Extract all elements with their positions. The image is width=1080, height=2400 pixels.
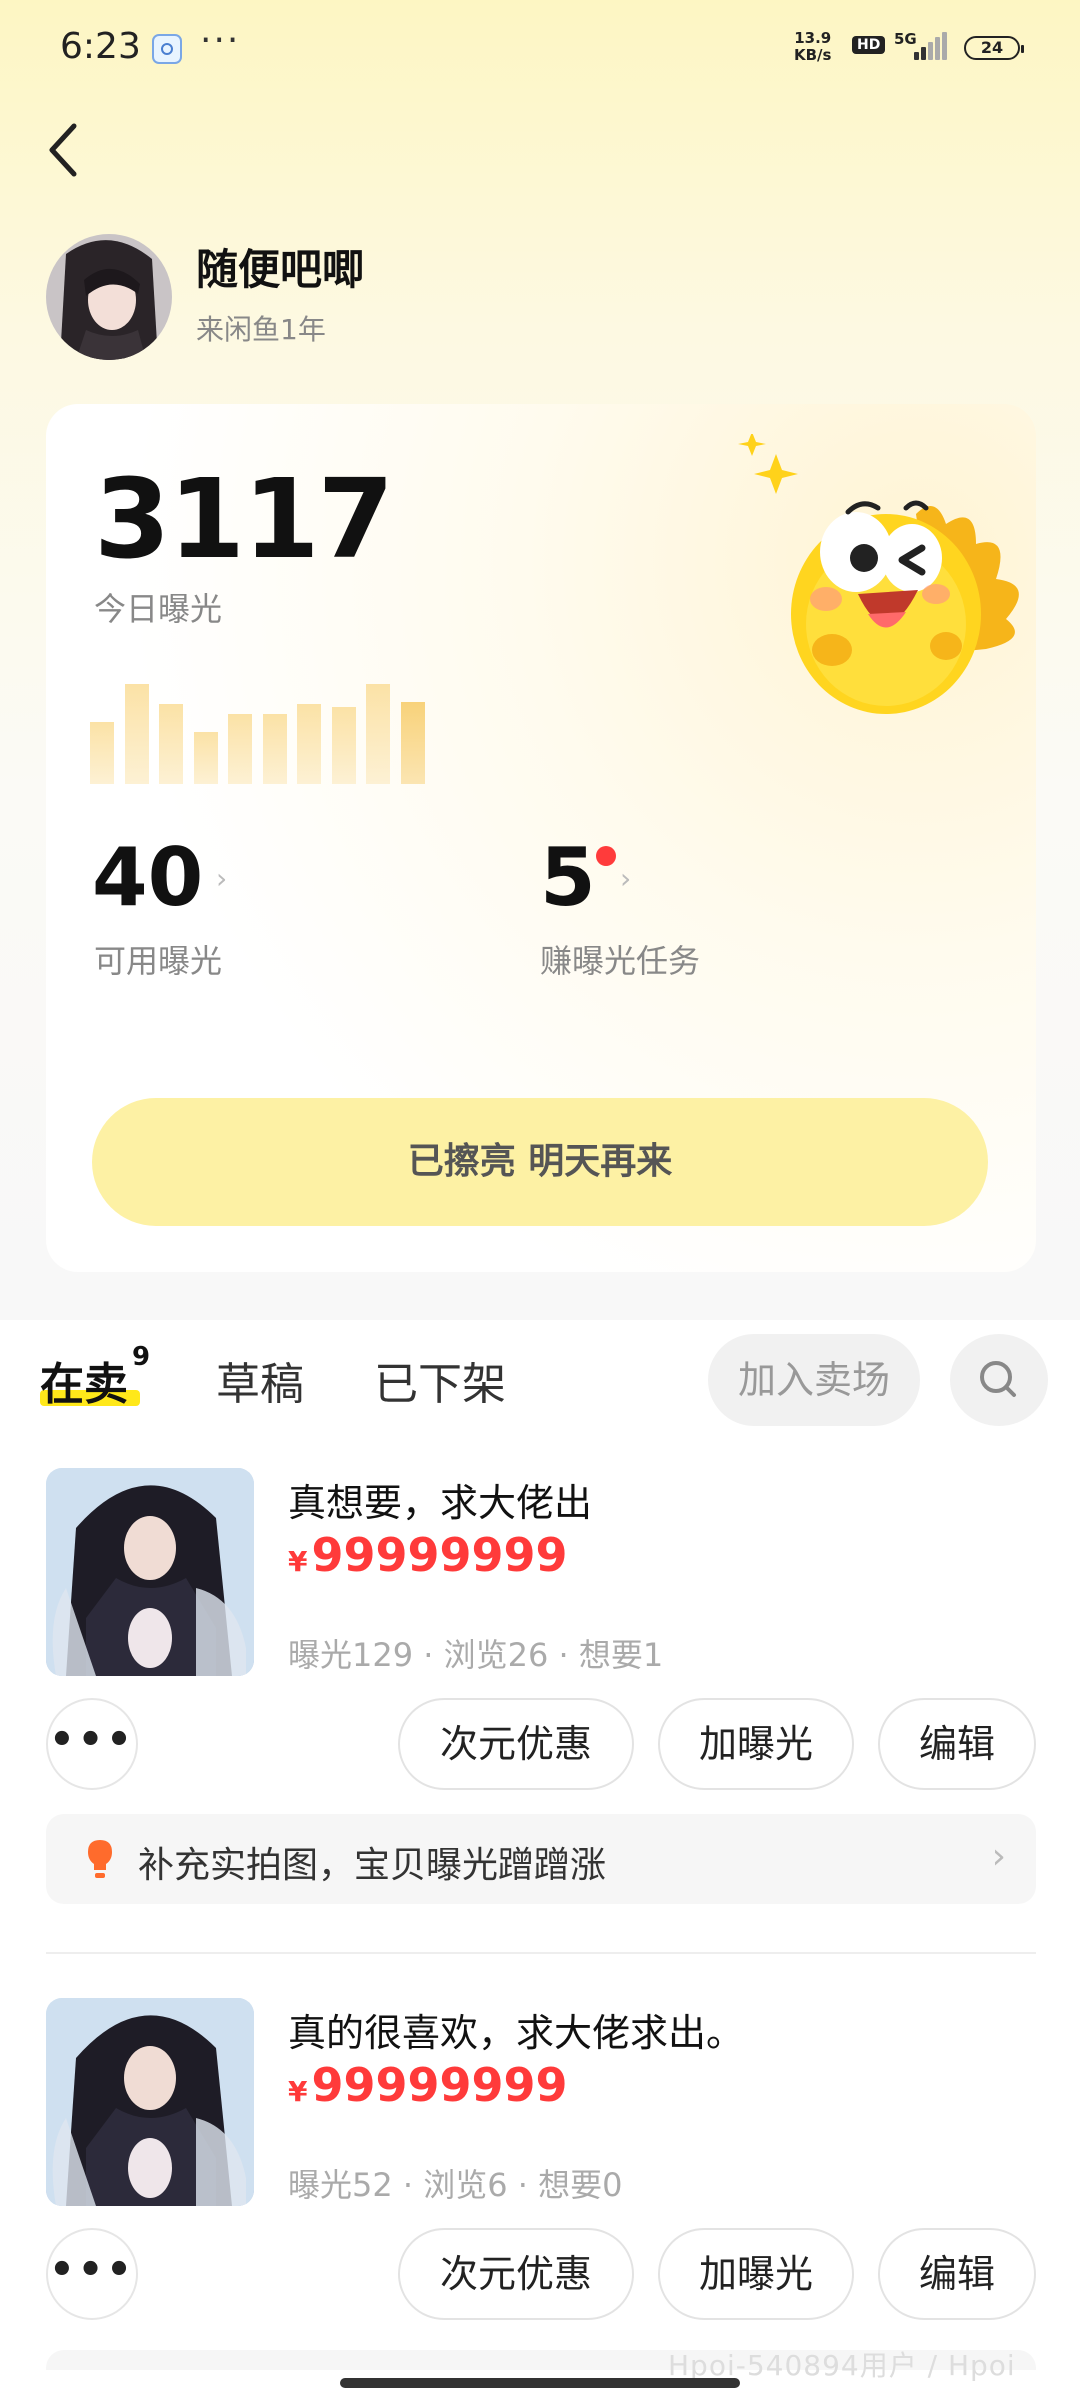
product-photo [46, 1468, 254, 1676]
home-indicator[interactable] [340, 2378, 740, 2388]
today-exposure-label: 今日曝光 [94, 590, 223, 628]
notification-dot [596, 846, 616, 866]
product-price: ¥99999999 [288, 2058, 568, 2112]
signal-icon [914, 30, 950, 60]
network-speed-unit: KB/s [794, 46, 832, 64]
discount-button[interactable]: 次元优惠 [398, 2228, 634, 2320]
trend-bar [193, 732, 218, 784]
trend-bar [159, 704, 183, 784]
exposure-tasks-value: 5 [540, 831, 596, 924]
battery-icon: 24 [964, 36, 1024, 60]
fish-mascot-icon [738, 434, 1019, 714]
product-photo [46, 1998, 254, 2206]
exposure-tasks-label: 赚曝光任务 [540, 942, 701, 980]
more-dots-icon: ••• [49, 2247, 135, 2293]
price-currency: ¥ [288, 2075, 308, 2108]
profile-join-duration: 来闲鱼1年 [196, 313, 326, 346]
tab-drafts[interactable]: 草稿 [216, 1348, 304, 1412]
product-card: 真想要，求大佬出 ¥99999999 曝光129 · 浏览26 · 想要1 ••… [0, 1450, 1080, 1920]
search-button[interactable] [950, 1334, 1048, 1426]
exposure-trend-chart [90, 664, 440, 784]
chevron-right-icon: › [991, 1836, 1006, 1877]
status-time: 6:23 [60, 26, 141, 67]
status-bar: 6:23 ··· 13.9 KB/s HD 5G 24 [0, 0, 1080, 100]
discount-button[interactable]: 次元优惠 [398, 1698, 634, 1790]
product-price: ¥99999999 [288, 1528, 568, 1582]
product-image[interactable] [46, 1998, 254, 2206]
more-options-button[interactable]: ••• [46, 1698, 138, 1790]
more-dots-icon: ••• [49, 1717, 135, 1763]
trend-bar [297, 704, 321, 784]
tab-removed[interactable]: 已下架 [374, 1348, 506, 1412]
price-currency: ¥ [288, 1545, 308, 1578]
available-exposure-arrow-icon: › [216, 862, 228, 895]
product-title[interactable]: 真想要，求大佬出 [288, 1472, 592, 1527]
edit-button[interactable]: 编辑 [878, 2228, 1036, 2320]
product-title[interactable]: 真的很喜欢，求大佬求出。 [288, 2002, 744, 2057]
trend-bar [90, 722, 114, 784]
tab-selling-count: 9 [132, 1342, 151, 1372]
profile-name[interactable]: 随便吧唧 [196, 236, 364, 297]
available-exposure-label: 可用曝光 [94, 942, 223, 980]
avatar-image [46, 234, 172, 360]
listing-tabs: 在卖 9 草稿 已下架 加入卖场 [0, 1320, 1080, 1450]
battery-level: 24 [980, 38, 1004, 57]
product-stats: 曝光52 · 浏览6 · 想要0 [288, 2166, 623, 2204]
avatar[interactable] [46, 234, 172, 360]
notification-app-icon [152, 34, 182, 64]
network-speed: 13.9 KB/s [794, 30, 831, 64]
lightbulb-icon [88, 1840, 112, 1878]
edit-button[interactable]: 编辑 [878, 1698, 1036, 1790]
join-market-button[interactable]: 加入卖场 [708, 1334, 920, 1426]
search-icon [980, 1361, 1016, 1397]
price-value: 99999999 [311, 2058, 568, 2112]
trend-bar [400, 702, 425, 784]
exposure-tasks-arrow-icon: › [620, 862, 632, 895]
available-exposure-value: 40 [92, 831, 204, 924]
divider [46, 1952, 1036, 1954]
boost-exposure-button[interactable]: 加曝光 [658, 2228, 854, 2320]
today-exposure-value: 3117 [94, 455, 394, 583]
exposure-card: 3117 今日曝光 40 › 可用曝光 5 › 赚曝光任务 已擦亮 明天再来 [46, 404, 1036, 1272]
trend-bar [262, 714, 287, 784]
trend-bar [366, 684, 390, 784]
product-image[interactable] [46, 1468, 254, 1676]
trend-bar [124, 684, 149, 784]
network-speed-value: 13.9 [794, 29, 832, 47]
chevron-left-icon [49, 123, 77, 177]
polish-button[interactable]: 已擦亮 明天再来 [92, 1098, 988, 1226]
hd-badge: HD [852, 36, 886, 54]
back-button[interactable] [44, 118, 88, 182]
boost-exposure-button[interactable]: 加曝光 [658, 1698, 854, 1790]
tab-selling[interactable]: 在卖 [40, 1348, 128, 1412]
more-options-button[interactable]: ••• [46, 2228, 138, 2320]
price-value: 99999999 [311, 1528, 568, 1582]
photo-tip-banner[interactable]: 补充实拍图，宝贝曝光蹭蹭涨 › [46, 1814, 1036, 1904]
product-stats: 曝光129 · 浏览26 · 想要1 [288, 1636, 664, 1674]
trend-bar [228, 714, 252, 784]
product-card: 真的很喜欢，求大佬求出。 ¥99999999 曝光52 · 浏览6 · 想要0 … [0, 1980, 1080, 2320]
tip-text: 补充实拍图，宝贝曝光蹭蹭涨 [138, 1845, 607, 1886]
status-more-dots: ··· [200, 20, 241, 61]
trend-bar [331, 707, 356, 784]
